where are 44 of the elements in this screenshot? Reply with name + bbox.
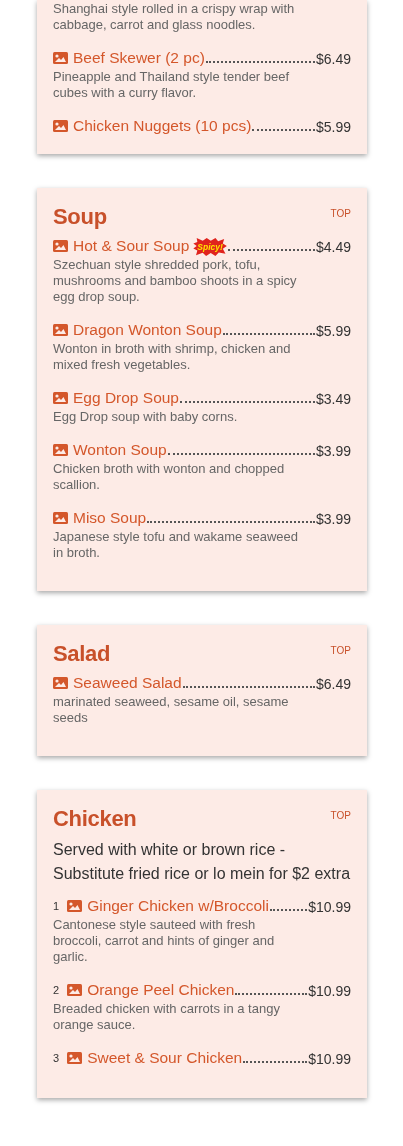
dish-price: $3.49 — [315, 390, 351, 408]
dish-price: $10.99 — [308, 982, 351, 1000]
dish-description: Egg Drop soup with baby corns. — [53, 409, 239, 425]
dish-price: $10.99 — [308, 1050, 351, 1068]
image-icon[interactable] — [53, 52, 68, 64]
section-title: Chicken — [53, 806, 137, 832]
image-icon[interactable] — [53, 120, 68, 132]
dish-price: $6.49 — [315, 675, 351, 693]
item-number: 2 — [53, 984, 60, 996]
section-note: Served with white or brown rice - Substitute fried rice or lo mein for $2 extra — [53, 840, 351, 884]
top-link[interactable]: TOP — [330, 645, 351, 656]
dish-description: Breaded chicken with carrots in a tangy orange sauce. — [53, 1001, 281, 1033]
top-link[interactable]: TOP — [330, 810, 351, 821]
dish-name[interactable]: Seaweed Salad — [73, 673, 182, 693]
dish-price: $10.99 — [308, 898, 351, 916]
dish-name[interactable]: Dragon Wonton Soup — [73, 320, 222, 340]
section-title: Soup — [53, 204, 107, 230]
dish-price: $3.99 — [315, 510, 351, 528]
item-number: 3 — [53, 1052, 60, 1064]
dish-description: Shanghai style rolled in a crispy wrap with cabbage, carrot and glass noodles. — [53, 1, 296, 33]
dish-description: Wonton in broth with shrimp, chicken and mixed fresh vegetables. — [53, 341, 292, 373]
section-title: Salad — [53, 641, 111, 667]
dish-name[interactable]: Chicken Nuggets (10 pcs) — [73, 116, 252, 136]
dish-price: $5.99 — [315, 118, 351, 136]
dish-description: Szechuan style shredded pork, tofu, mushrooms and bamboo shoots in a spicy egg drop soup. — [53, 257, 298, 305]
top-link[interactable]: TOP — [330, 208, 351, 219]
dish-name[interactable]: Beef Skewer (2 pc) — [73, 48, 205, 68]
dish-name[interactable]: Hot & Sour Soup — [73, 236, 190, 256]
dish-name[interactable]: Wonton Soup — [73, 440, 167, 460]
dish-name[interactable]: Orange Peel Chicken — [87, 980, 235, 1000]
dish-description: Pineapple and Thailand style tender beef cubes with a curry flavor. — [53, 69, 291, 101]
dish-price: $6.49 — [315, 50, 351, 68]
dish-name[interactable]: Sweet & Sour Chicken — [87, 1048, 243, 1068]
dish-description: Chicken broth with wonton and chopped scallion. — [53, 461, 286, 493]
dish-name[interactable]: Miso Soup — [73, 508, 147, 528]
dish-price: $3.99 — [315, 442, 351, 460]
dish-description: Japanese style tofu and wakame seaweed in broth. — [53, 529, 298, 561]
item-number: 1 — [53, 900, 60, 912]
dish-price: $5.99 — [315, 322, 351, 340]
dish-description: marinated seaweed, sesame oil, sesame seeds — [53, 694, 290, 726]
dish-description: Cantonese style sauteed with fresh broccoli, carrot and hints of ginger and garlic. — [53, 917, 276, 965]
dish-name[interactable]: Egg Drop Soup — [73, 388, 179, 408]
dish-price: $4.49 — [315, 238, 351, 256]
dish-name[interactable]: Ginger Chicken w/Broccoli — [87, 896, 269, 916]
